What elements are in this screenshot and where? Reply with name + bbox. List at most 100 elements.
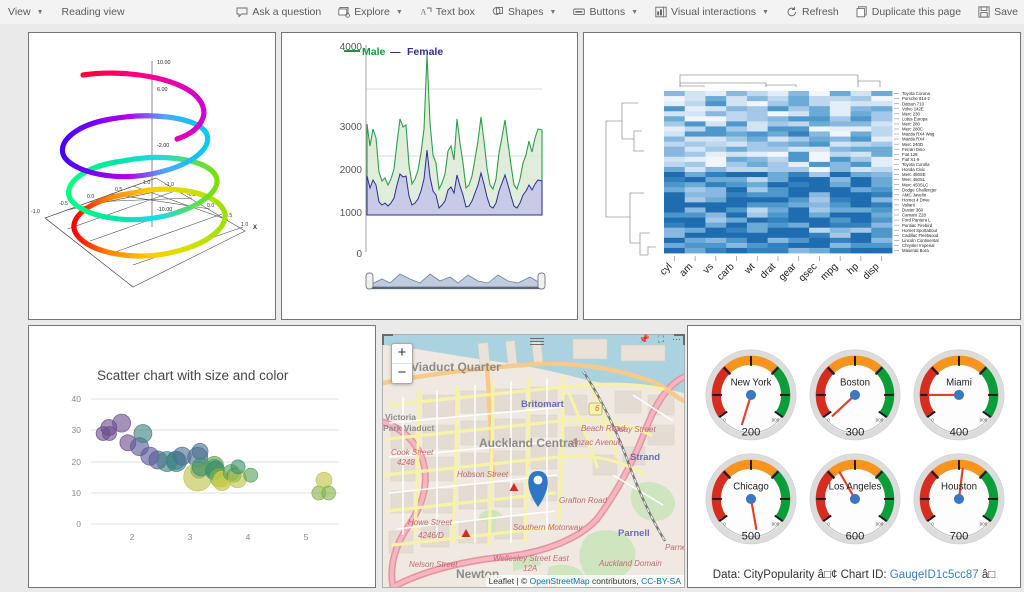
toolbar-save[interactable]: Save xyxy=(976,4,1020,20)
scatter-ytick-2: 20 xyxy=(72,457,82,467)
scatter-xtick-3: 5 xyxy=(304,532,309,542)
chevron-down-icon: ▼ xyxy=(549,8,557,16)
map-attribution-suffix: contributors, xyxy=(589,576,642,586)
timeseries-ytick-1: 3000 xyxy=(340,122,363,133)
toolbar-explore-label: Explore xyxy=(354,6,390,18)
chevron-down-icon: ▼ xyxy=(36,8,44,16)
map-attribution: Leaflet | © OpenStreetMap contributors, … xyxy=(485,575,684,587)
gauge-scale-min: 0 xyxy=(827,521,830,526)
focus-mode-icon[interactable]: ⛶ xyxy=(658,335,664,344)
map-attribution-license-link[interactable]: CC-BY-SA xyxy=(641,576,681,586)
timeseries-range-selector[interactable] xyxy=(365,272,546,290)
toolbar-refresh-label: Refresh xyxy=(801,6,839,18)
spiral-xtick-4: 1.0 xyxy=(143,180,150,186)
toolbar-duplicate-page[interactable]: Duplicate this page xyxy=(854,4,963,20)
scatter-bubble[interactable] xyxy=(100,419,118,436)
scatter-points xyxy=(95,413,337,501)
visual-gauges-citypopularity[interactable]: 0 800 New York 200 0 800 Boston 300 0 800 Miami 400… xyxy=(687,325,1021,588)
toolbar-right-group: Ask a question Explore ▼ A Text box Shap… xyxy=(234,4,1024,20)
heatmap-col-label: cyl xyxy=(658,261,674,277)
gauge-scale-max: 800 xyxy=(772,417,780,422)
toolbar-reading-view[interactable]: Reading view xyxy=(60,4,127,20)
spiral-xtick-3: 0.5 xyxy=(115,187,122,193)
scatter-bubble[interactable] xyxy=(230,459,246,475)
gauge-los-angeles[interactable]: 0 800 Los Angeles 600 xyxy=(804,452,906,554)
refresh-icon xyxy=(786,6,798,18)
chevron-down-icon: ▼ xyxy=(395,8,403,16)
scatter-xtick-2: 4 xyxy=(246,532,251,542)
spiral-ytick-2: 0.0 xyxy=(207,203,214,209)
gauge-label: Houston xyxy=(941,482,977,493)
timeseries-ytick-3: 1000 xyxy=(340,208,363,219)
toolbar-text-box[interactable]: A Text box xyxy=(418,4,477,20)
svg-text:A: A xyxy=(420,8,426,17)
scatter-ytick-3: 10 xyxy=(72,488,82,498)
pin-icon[interactable]: 📌 xyxy=(638,335,649,344)
visual-heatmap-mtcars[interactable]: Toyota Corona Porsche 914-2 Datsun 710 Volv… xyxy=(583,32,1021,320)
gauge-chicago[interactable]: 0 800 Chicago 500 xyxy=(700,452,802,554)
gauge-label: Los Angeles xyxy=(829,482,882,493)
gauge-miami[interactable]: 0 800 Miami 400 xyxy=(908,348,1010,450)
map-zoom-out-button[interactable]: − xyxy=(392,364,412,383)
map-poi-marker[interactable] xyxy=(509,483,519,491)
spiral-xtick-1: -0.5 xyxy=(59,201,68,207)
scatter-bubble[interactable] xyxy=(321,485,337,501)
scatter-bubble[interactable] xyxy=(191,442,209,460)
scatter-bubble[interactable] xyxy=(243,467,259,483)
chevron-down-icon: ▼ xyxy=(762,8,769,16)
map-corner-handle-tl[interactable] xyxy=(382,334,393,345)
visual-map-leaflet[interactable]: Viaduct Quarter Britomart Auckland Central… xyxy=(382,334,685,588)
gauge-new-york[interactable]: 0 800 New York 200 xyxy=(700,348,802,450)
spiral-ytick-4: 1.0 xyxy=(241,222,248,228)
gauge-boston[interactable]: 0 800 Boston 300 xyxy=(804,348,906,450)
gauge-scale-min: 0 xyxy=(723,417,726,422)
spiral-ztick-0: 10.00 xyxy=(157,60,171,66)
visual-timeseries-dygraph[interactable]: 4000 3000 2000 1000 0 Male — Female xyxy=(281,32,578,320)
gauge-houston[interactable]: 0 800 Houston 700 xyxy=(908,452,1010,554)
toolbar-refresh[interactable]: Refresh xyxy=(784,4,841,20)
drag-grip-icon[interactable] xyxy=(530,338,544,345)
spiral-plot: 10.00 6.00 2.00 -2.00 -6.00 -10.00 -1.0 … xyxy=(31,60,257,288)
gauge-chart-id-link[interactable]: GaugeID1c5cc87 xyxy=(890,569,979,581)
gauge-value: 200 xyxy=(742,427,761,439)
toolbar-ask-a-question[interactable]: Ask a question xyxy=(234,4,323,20)
heatmap-col-label: wt xyxy=(742,261,758,277)
gauge-scale-max: 800 xyxy=(980,521,988,526)
gauge-caption-suffix: â□ xyxy=(978,569,996,581)
save-icon xyxy=(978,6,990,18)
heatmap-row-label: Maserati Bora xyxy=(902,248,929,253)
toolbar-view-label: View xyxy=(8,6,31,18)
map-visual-header: 📌 ⛶ ⋯ xyxy=(382,334,685,352)
timeseries-ytick-2: 2000 xyxy=(340,165,363,176)
map-attribution-osm-link[interactable]: OpenStreetMap xyxy=(530,576,590,586)
range-handle-right[interactable] xyxy=(537,272,546,290)
toolbar-view-menu[interactable]: View ▼ xyxy=(6,4,46,20)
scatter-bubble[interactable] xyxy=(133,424,153,443)
toolbar-explore[interactable]: Explore ▼ xyxy=(336,4,405,20)
heatmap-col-label: mpg xyxy=(819,261,841,283)
top-toolbar: View ▼ Reading view Ask a question Explo… xyxy=(0,0,1024,25)
heatmap-col-label: vs xyxy=(701,261,716,276)
more-options-icon[interactable]: ⋯ xyxy=(672,335,681,344)
map-markers xyxy=(461,471,548,537)
timeseries-ytick-4: 0 xyxy=(356,249,362,260)
toolbar-shapes[interactable]: Shapes ▼ xyxy=(490,4,559,20)
heatmap-cells xyxy=(664,91,893,254)
toolbar-buttons[interactable]: Buttons ▼ xyxy=(571,4,640,20)
gauge-scale-min: 0 xyxy=(931,417,934,422)
range-handle-left[interactable] xyxy=(365,272,374,290)
spiral-ztick-1: 6.00 xyxy=(157,87,168,93)
gauge-scale-min: 0 xyxy=(723,521,726,526)
map-poi-marker[interactable] xyxy=(461,529,471,537)
gauge-label: Chicago xyxy=(733,482,769,493)
toolbar-visual-interactions[interactable]: Visual interactions ▼ xyxy=(653,4,771,20)
toolbar-reading-view-label: Reading view xyxy=(61,6,125,18)
map-canvas[interactable]: Viaduct Quarter Britomart Auckland Central… xyxy=(383,335,684,587)
scatter-ytick-4: 0 xyxy=(76,519,81,529)
visual-3d-spiral[interactable]: 10.00 6.00 2.00 -2.00 -6.00 -10.00 -1.0 … xyxy=(28,32,276,320)
gauge-value: 400 xyxy=(950,427,969,439)
spiral-xtick-2: 0.0 xyxy=(87,194,94,200)
gauge-caption-prefix: Data: CityPopularity xyxy=(712,569,818,581)
visual-scatter-size-color[interactable]: Scatter chart with size and color 40 30 … xyxy=(28,325,376,588)
map-header-icons: 📌 ⛶ ⋯ xyxy=(638,335,681,344)
